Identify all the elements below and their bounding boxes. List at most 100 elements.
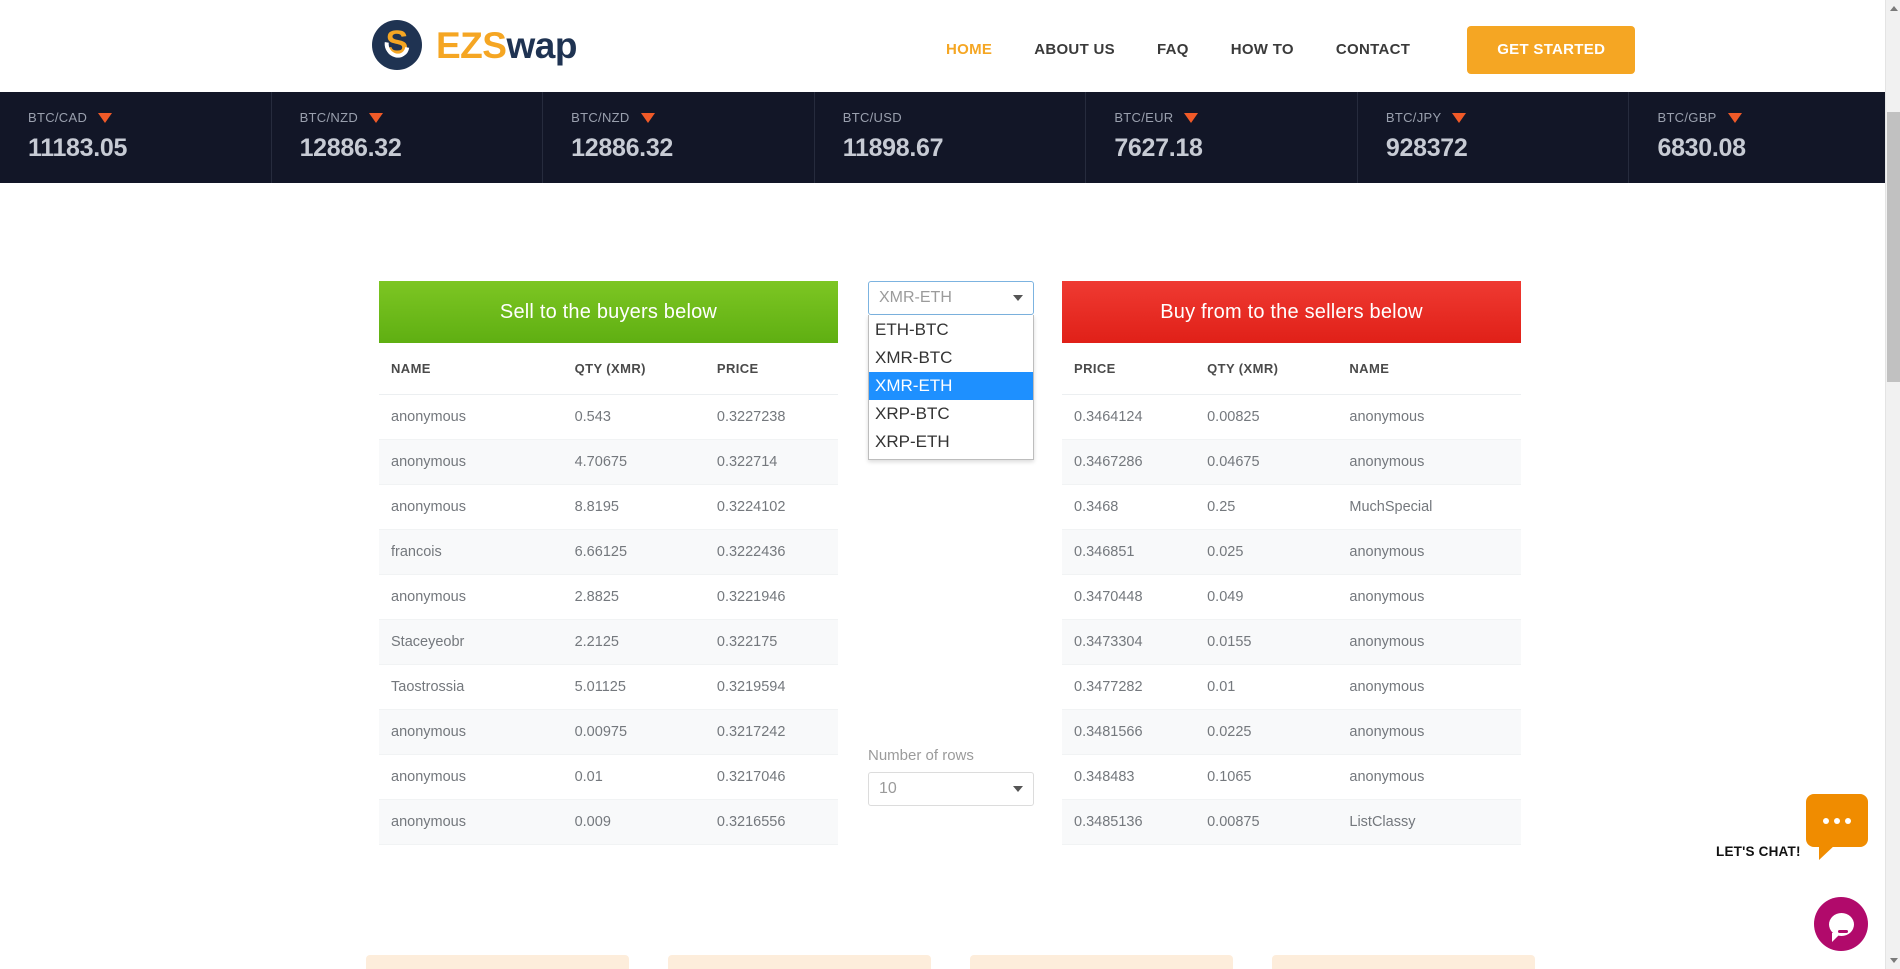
table-row[interactable]: 0.3467286 0.04675 anonymous [1062, 439, 1521, 485]
nav-item-about-us[interactable]: ABOUT US [1013, 36, 1136, 64]
sell-cell-0: anonymous [379, 754, 563, 800]
buy-header-qty: QTY (XMR) [1195, 343, 1338, 395]
buy-cell-0: 0.3468 [1062, 484, 1196, 530]
table-row[interactable]: 0.3485136 0.00875 ListClassy [1062, 799, 1521, 845]
sell-cell-2: 0.3217046 [704, 754, 838, 800]
sell-board-title: Sell to the buyers below [379, 281, 838, 343]
table-row[interactable]: anonymous 8.8195 0.3224102 [379, 484, 838, 530]
table-row[interactable]: francois 6.66125 0.3222436 [379, 529, 838, 575]
trend-down-icon [1727, 112, 1742, 123]
buy-cell-2: anonymous [1337, 439, 1521, 485]
trend-down-icon [1184, 112, 1199, 123]
sell-table: NAME QTY (XMR) PRICE anonymous 0.543 0.322… [379, 343, 838, 845]
nav-item-home[interactable]: HOME [925, 36, 1013, 64]
table-row[interactable]: anonymous 0.00975 0.3217242 [379, 709, 838, 755]
ticker-pair: BTC/CAD [28, 110, 271, 125]
main-content: Sell to the buyers below NAME QTY (XMR) … [0, 183, 1900, 845]
table-row[interactable]: 0.3470448 0.049 anonymous [1062, 574, 1521, 620]
brand-logo[interactable]: S EZSwap [372, 20, 577, 70]
table-row[interactable]: 0.3481566 0.0225 anonymous [1062, 709, 1521, 755]
nav-item-faq[interactable]: FAQ [1136, 36, 1210, 64]
chat-dot [1823, 817, 1829, 824]
trend-down-icon [98, 112, 113, 123]
bottom-card[interactable] [969, 955, 1233, 969]
ticker-item: BTC/GBP 6830.08 [1629, 92, 1900, 183]
sell-cell-1: 0.009 [562, 799, 705, 845]
rows-selector-label: Number of rows [868, 747, 974, 764]
nav-item-how-to[interactable]: HOW TO [1210, 36, 1315, 64]
rows-select-box[interactable]: 10 [868, 772, 1034, 806]
buy-cell-0: 0.3470448 [1062, 574, 1196, 620]
buy-cell-2: ListClassy [1337, 799, 1521, 845]
sell-cell-0: Staceyeobr [379, 619, 563, 665]
price-ticker-bar: BTC/CAD 11183.05 BTC/NZD 12886.32 BTC/NZD 128… [0, 92, 1900, 183]
bottom-card[interactable] [667, 955, 931, 969]
ticker-pair: BTC/USD [843, 110, 1086, 125]
get-started-button[interactable]: GET STARTED [1467, 26, 1636, 74]
bottom-card[interactable] [365, 955, 629, 969]
sell-cell-1: 5.01125 [562, 664, 705, 710]
pair-select-value: XMR-ETH [879, 289, 952, 306]
table-row[interactable]: anonymous 0.01 0.3217046 [379, 754, 838, 800]
scroll-down-arrow-icon[interactable] [1890, 958, 1898, 963]
pair-selector[interactable]: XMR-ETH ETH-BTC XMR-BTC XMR-ETH XRP-BTC XRP-… [868, 281, 1038, 460]
nav-item-contact[interactable]: CONTACT [1315, 36, 1431, 64]
ticker-pair-label: BTC/NZD [299, 110, 359, 125]
page-scrollbar[interactable] [1885, 0, 1900, 969]
chat-bubble-icon[interactable] [1806, 794, 1868, 860]
buy-header-price: PRICE [1062, 343, 1196, 395]
table-row[interactable]: 0.3477282 0.01 anonymous [1062, 664, 1521, 710]
buy-cell-1: 0.025 [1195, 529, 1338, 575]
ticker-pair-label: BTC/GBP [1657, 110, 1717, 125]
chat-label: LET'S CHAT! [1716, 844, 1801, 859]
sell-cell-2: 0.322175 [704, 619, 838, 665]
trend-down-icon [1452, 112, 1467, 123]
pair-option-xrp-eth[interactable]: XRP-ETH [869, 428, 1033, 456]
buy-cell-0: 0.3467286 [1062, 439, 1196, 485]
pair-select-options[interactable]: ETH-BTC XMR-BTC XMR-ETH XRP-BTC XRP-ETH [868, 315, 1034, 460]
table-row[interactable]: anonymous 0.009 0.3216556 [379, 799, 838, 845]
table-row[interactable]: 0.3468 0.25 MuchSpecial [1062, 484, 1521, 530]
sell-header-price: PRICE [704, 343, 838, 395]
table-row[interactable]: 0.3473304 0.0155 anonymous [1062, 619, 1521, 665]
brand-ez: EZ [436, 24, 483, 66]
sell-cell-2: 0.3221946 [704, 574, 838, 620]
pair-option-xrp-btc[interactable]: XRP-BTC [869, 400, 1033, 428]
table-row[interactable]: 0.348483 0.1065 anonymous [1062, 754, 1521, 800]
table-row[interactable]: Taostrossia 5.01125 0.3219594 [379, 664, 838, 710]
table-row[interactable]: Staceyeobr 2.2125 0.322175 [379, 619, 838, 665]
table-row[interactable]: anonymous 2.8825 0.3221946 [379, 574, 838, 620]
scrollbar-thumb[interactable] [1887, 112, 1900, 382]
buy-cell-2: MuchSpecial [1337, 484, 1521, 530]
buy-cell-1: 0.0155 [1195, 619, 1338, 665]
sell-cell-1: 0.00975 [562, 709, 705, 755]
site-header: S EZSwap HOME ABOUT US FAQ HOW TO CONTAC… [0, 0, 1900, 92]
ticker-item: BTC/USD 11898.67 [815, 92, 1087, 183]
pair-select-box[interactable]: XMR-ETH [868, 281, 1034, 315]
ticker-pair-label: BTC/USD [842, 110, 902, 125]
buy-header-name: NAME [1337, 343, 1521, 395]
ticker-value: 7627.18 [1114, 134, 1203, 162]
table-row[interactable]: anonymous 0.543 0.3227238 [379, 394, 838, 440]
chat-launcher-button[interactable] [1814, 897, 1868, 951]
sell-table-header-row: NAME QTY (XMR) PRICE [379, 343, 838, 395]
buy-board: Buy from to the sellers below PRICE QTY … [1062, 281, 1521, 845]
chat-dot [1834, 817, 1840, 824]
sell-cell-0: anonymous [379, 799, 563, 845]
pair-option-xmr-eth[interactable]: XMR-ETH [869, 372, 1033, 400]
buy-cell-1: 0.1065 [1195, 754, 1338, 800]
table-row[interactable]: 0.3464124 0.00825 anonymous [1062, 394, 1521, 440]
buy-cell-0: 0.3477282 [1062, 664, 1196, 710]
table-row[interactable]: 0.346851 0.025 anonymous [1062, 529, 1521, 575]
scroll-up-arrow-icon[interactable] [1890, 6, 1898, 11]
bottom-card[interactable] [1271, 955, 1535, 969]
ticker-pair: BTC/GBP [1657, 110, 1900, 125]
pair-option-eth-btc[interactable]: ETH-BTC [869, 316, 1033, 344]
ticker-item: BTC/NZD 12886.32 [543, 92, 815, 183]
ticker-pair-label: BTC/EUR [1114, 110, 1174, 125]
table-row[interactable]: anonymous 4.70675 0.322714 [379, 439, 838, 485]
sell-cell-0: anonymous [379, 439, 563, 485]
sell-cell-0: anonymous [379, 574, 563, 620]
pair-option-xmr-btc[interactable]: XMR-BTC [869, 344, 1033, 372]
sell-cell-2: 0.3216556 [704, 799, 838, 845]
